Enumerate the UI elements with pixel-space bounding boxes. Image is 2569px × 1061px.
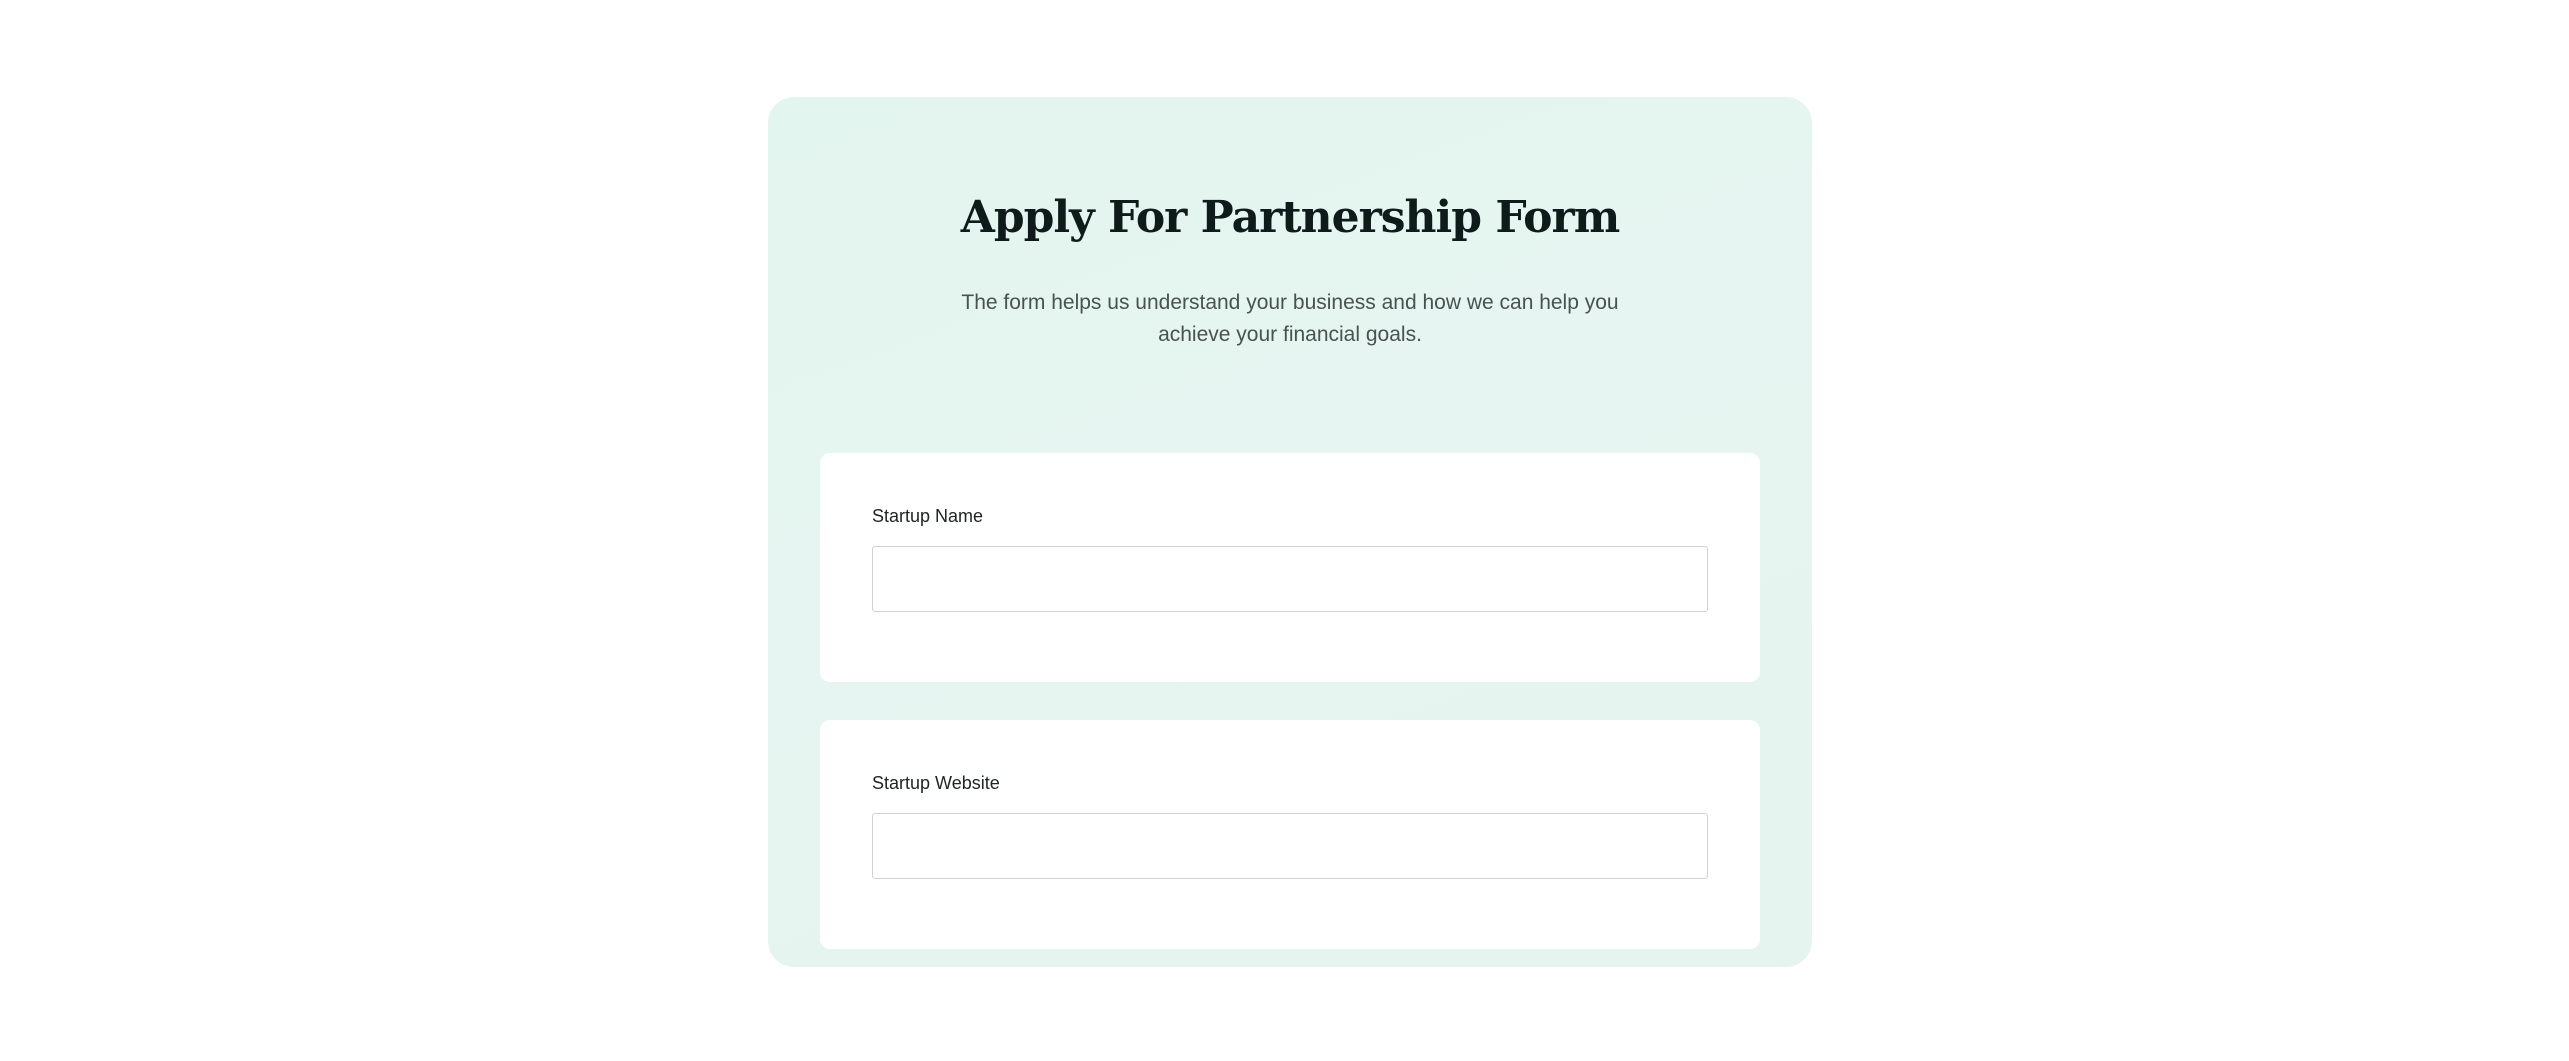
startup-name-label: Startup Name — [872, 506, 984, 526]
startup-name-section: Startup Name — [820, 453, 1760, 682]
startup-name-input[interactable] — [872, 546, 1708, 612]
page: Apply For Partnership Form The form help… — [0, 0, 2569, 1061]
startup-website-section: Startup Website — [820, 720, 1760, 949]
startup-website-label: Startup Website — [872, 773, 1000, 793]
startup-website-input[interactable] — [872, 813, 1708, 879]
partnership-form-card: Apply For Partnership Form The form help… — [768, 97, 1812, 967]
form-title: Apply For Partnership Form — [960, 192, 1621, 243]
form-subtitle: The form helps us understand your busine… — [961, 291, 1619, 346]
